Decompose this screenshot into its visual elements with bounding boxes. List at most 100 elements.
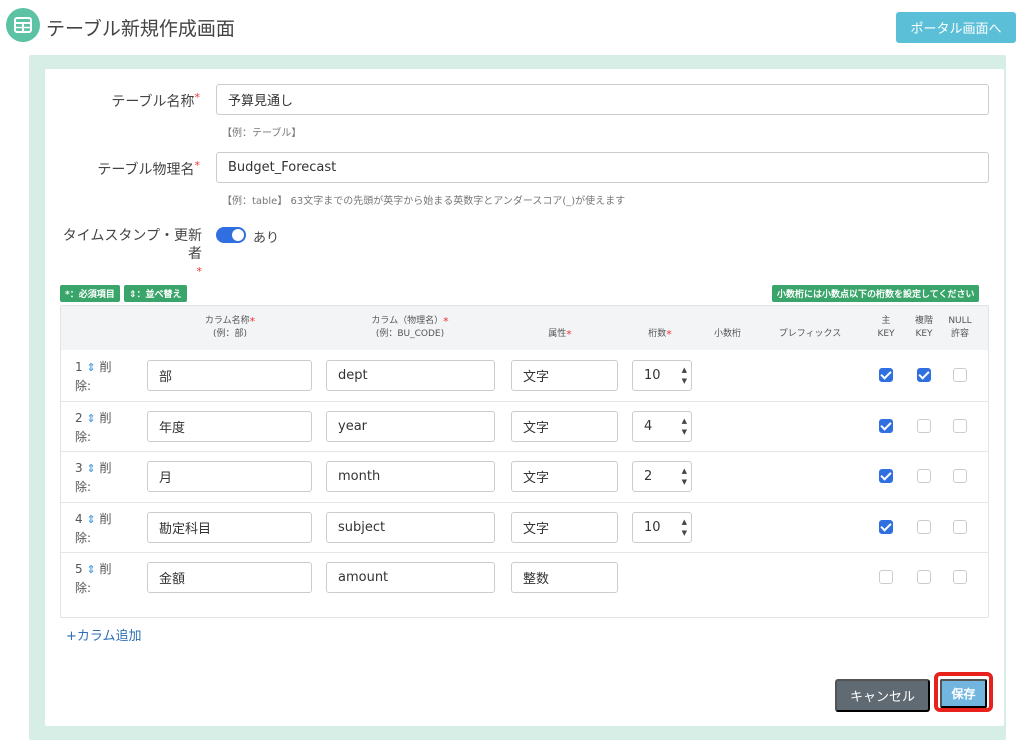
digits-stepper[interactable]: 4 ▲ ▼ [632, 411, 692, 442]
column-physical-input[interactable]: subject [326, 512, 495, 543]
column-physical-input[interactable]: year [326, 411, 495, 442]
row-separator [61, 502, 988, 503]
header-decimal: 小数桁 [713, 329, 741, 339]
composite-key-checkbox[interactable] [917, 570, 931, 584]
decimal-note-badge: 小数桁には小数点以下の桁数を設定してください [772, 285, 980, 302]
composite-key-checkbox[interactable] [917, 469, 931, 483]
column-name-input[interactable]: 月 [147, 461, 312, 492]
row-number-cell: 4 ⇕ 削除: [75, 510, 135, 548]
primary-key-checkbox[interactable] [879, 368, 893, 382]
header-col-name: カラム名称* (例：部) [204, 315, 256, 339]
column-attr-select[interactable]: 文字 [511, 360, 618, 391]
header-col-physical: カラム（物理名）* (例：BU_CODE) [371, 315, 449, 339]
header-attr: 属性* [548, 328, 572, 341]
digits-value: 2 [644, 469, 653, 484]
primary-key-checkbox[interactable] [879, 520, 893, 534]
delete-link-suffix: 除: [75, 379, 92, 393]
header-primary-key: 主 KEY [877, 316, 895, 339]
delete-link[interactable]: 削 [100, 562, 112, 576]
column-name-input[interactable]: 部 [147, 360, 312, 391]
delete-link-suffix: 除: [75, 480, 92, 494]
row-separator [61, 451, 988, 452]
page-header: テーブル新規作成画面 [0, 0, 1024, 50]
delete-link[interactable]: 削 [100, 512, 112, 526]
toggle-knob [232, 229, 244, 241]
sort-handle-icon[interactable]: ⇕ [86, 412, 95, 425]
timestamp-toggle[interactable] [216, 227, 246, 243]
required-legend-badge: *：必須項目 [60, 285, 120, 302]
digits-value: 4 [644, 419, 653, 434]
stepper-arrows-icon[interactable]: ▲ ▼ [682, 365, 687, 387]
column-attr-select[interactable]: 文字 [511, 461, 618, 492]
stepper-arrows-icon[interactable]: ▲ ▼ [682, 416, 687, 438]
column-attr-select[interactable]: 整数 [511, 562, 618, 593]
column-attr-select[interactable]: 文字 [511, 411, 618, 442]
table-name-hint: 【例：テーブル】 [222, 128, 302, 139]
digits-value: 10 [644, 520, 661, 535]
timestamp-toggle-label: あり [253, 231, 280, 246]
column-name-input[interactable]: 勘定科目 [147, 512, 312, 543]
page-title: テーブル新規作成画面 [46, 18, 235, 40]
primary-key-checkbox[interactable] [879, 419, 893, 433]
table-name-input[interactable]: 予算見通し [216, 84, 989, 115]
column-name-input[interactable]: 年度 [147, 411, 312, 442]
row-number-cell: 2 ⇕ 削除: [75, 409, 135, 447]
row-number: 3 [75, 461, 83, 475]
nullable-checkbox[interactable] [953, 419, 967, 433]
header-nullable: NULL 許容 [948, 316, 972, 339]
sort-legend-badge: ⇕：並べ替え [124, 285, 187, 302]
physical-name-label: テーブル物理名* [97, 159, 200, 178]
composite-key-checkbox[interactable] [917, 419, 931, 433]
column-attr-select[interactable]: 文字 [511, 512, 618, 543]
digits-stepper[interactable]: 2 ▲ ▼ [632, 461, 692, 492]
row-number: 5 [75, 562, 83, 576]
column-physical-input[interactable]: month [326, 461, 495, 492]
row-number: 1 [75, 360, 83, 374]
primary-key-checkbox[interactable] [879, 469, 893, 483]
row-separator [61, 401, 988, 402]
row-number: 2 [75, 411, 83, 425]
digits-stepper[interactable]: 10 ▲ ▼ [632, 512, 692, 543]
delete-link-suffix: 除: [75, 581, 92, 595]
add-column-link[interactable]: +カラム追加 [66, 625, 142, 644]
table-name-label: テーブル名称* [111, 91, 200, 110]
timestamp-label: タイムスタンプ・更新者 * [62, 228, 202, 278]
nullable-checkbox[interactable] [953, 570, 967, 584]
nullable-checkbox[interactable] [953, 520, 967, 534]
delete-link-suffix: 除: [75, 531, 92, 545]
row-number-cell: 5 ⇕ 削除: [75, 560, 135, 598]
physical-name-input[interactable]: Budget_Forecast [216, 152, 989, 183]
composite-key-checkbox[interactable] [917, 368, 931, 382]
header-composite-key: 複階 KEY [914, 316, 933, 339]
sort-handle-icon[interactable]: ⇕ [86, 563, 95, 576]
primary-key-checkbox[interactable] [879, 570, 893, 584]
cancel-button[interactable]: キャンセル [835, 679, 930, 712]
sort-handle-icon[interactable]: ⇕ [86, 361, 95, 374]
row-number-cell: 1 ⇕ 削除: [75, 358, 135, 396]
row-number-cell: 3 ⇕ 削除: [75, 459, 135, 497]
delete-link-suffix: 除: [75, 430, 92, 444]
delete-link[interactable]: 削 [100, 461, 112, 475]
save-button[interactable]: 保存 [940, 679, 987, 708]
header-prefix: プレフィックス [778, 329, 842, 339]
delete-link[interactable]: 削 [100, 360, 112, 374]
column-name-input[interactable]: 金額 [147, 562, 312, 593]
header-digits: 桁数* [648, 328, 672, 341]
row-separator [61, 552, 988, 553]
row-number: 4 [75, 512, 83, 526]
nullable-checkbox[interactable] [953, 368, 967, 382]
stepper-arrows-icon[interactable]: ▲ ▼ [682, 517, 687, 539]
digits-stepper[interactable]: 10 ▲ ▼ [632, 360, 692, 391]
digits-value: 10 [644, 368, 661, 383]
table-app-icon [6, 8, 40, 42]
sort-handle-icon[interactable]: ⇕ [86, 462, 95, 475]
composite-key-checkbox[interactable] [917, 520, 931, 534]
column-physical-input[interactable]: amount [326, 562, 495, 593]
portal-button[interactable]: ポータル画面へ [896, 12, 1016, 43]
stepper-arrows-icon[interactable]: ▲ ▼ [682, 466, 687, 488]
nullable-checkbox[interactable] [953, 469, 967, 483]
sort-handle-icon[interactable]: ⇕ [86, 513, 95, 526]
column-physical-input[interactable]: dept [326, 360, 495, 391]
physical-name-hint: 【例：table】 63文字までの先頭が英字から始まる英数字とアンダースコア(_… [222, 196, 626, 207]
delete-link[interactable]: 削 [100, 411, 112, 425]
